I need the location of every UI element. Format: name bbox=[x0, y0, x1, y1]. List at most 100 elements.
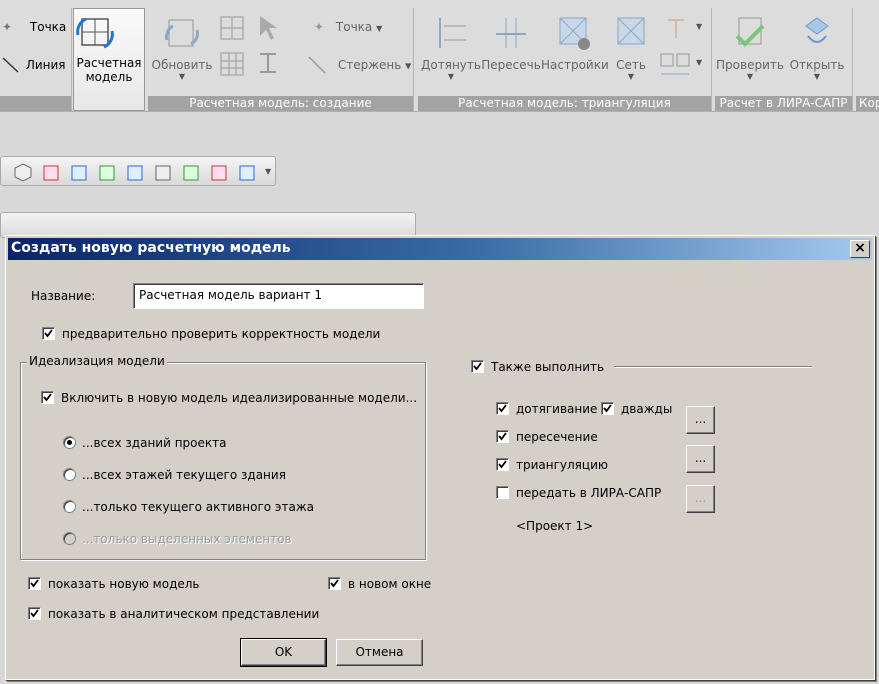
twice-checkbox[interactable] bbox=[601, 402, 614, 415]
name-input[interactable]: Расчетная модель вариант 1 bbox=[133, 283, 424, 309]
ok-button-label: OK bbox=[274, 645, 293, 659]
extend-checkbox[interactable] bbox=[496, 402, 509, 415]
view-toolbar-caret-icon[interactable]: ▼ bbox=[265, 167, 271, 176]
include-ideal-checkbox[interactable] bbox=[41, 391, 54, 404]
view-bottom-icon[interactable] bbox=[153, 162, 173, 182]
rods-caret-icon: ▼ bbox=[405, 61, 412, 71]
radio-all-floors[interactable] bbox=[63, 468, 76, 481]
triang-settings-button[interactable]: ... bbox=[686, 445, 715, 473]
show-analytic-label: показать в аналитическом представлении bbox=[48, 607, 320, 621]
mesh-update-icon bbox=[220, 16, 244, 40]
precheck-checkbox[interactable] bbox=[42, 327, 55, 340]
mesh-button[interactable]: Сеть ▼ bbox=[608, 14, 654, 81]
show-new-checkbox[interactable] bbox=[28, 577, 41, 590]
point2-label: Точка bbox=[335, 20, 373, 34]
view-persp-icon[interactable] bbox=[209, 162, 229, 182]
point-icon: ✦ bbox=[2, 20, 13, 34]
rod-icon bbox=[308, 56, 326, 74]
rods-button[interactable]: Стержень ▼ bbox=[306, 54, 411, 76]
point-tool-button[interactable]: ✦ Точка bbox=[2, 20, 66, 34]
open-icon bbox=[805, 17, 829, 43]
intersect-button[interactable]: Пересечь bbox=[480, 14, 542, 72]
line-tool-label: Линия bbox=[25, 57, 66, 72]
extend-caret-icon: ▼ bbox=[447, 72, 455, 81]
ok-button[interactable]: OK bbox=[240, 638, 327, 667]
check-mark-icon bbox=[473, 362, 482, 371]
idealization-group-title: Идеализация модели bbox=[27, 354, 167, 368]
open-caret-icon: ▼ bbox=[813, 72, 821, 81]
tree-caret-icon[interactable]: ▼ bbox=[696, 22, 702, 31]
project-label: <Проект 1> bbox=[516, 519, 594, 533]
view-front-icon[interactable] bbox=[41, 162, 61, 182]
cancel-button[interactable]: Отмена bbox=[336, 639, 423, 666]
also-do-checkbox[interactable] bbox=[471, 360, 484, 373]
triang-checkbox[interactable] bbox=[496, 458, 509, 471]
calc-model-button[interactable]: Расчетная модель bbox=[73, 8, 145, 111]
dialog-title: Создать новую расчетную модель bbox=[11, 240, 291, 256]
radio-selected-elements-label: ...только выделенных элементов bbox=[82, 532, 292, 546]
split-caret-icon[interactable]: ▼ bbox=[696, 58, 702, 67]
radio-all-buildings[interactable] bbox=[63, 436, 76, 449]
check-mark-icon bbox=[498, 432, 507, 441]
update-button[interactable]: Обновить ▼ bbox=[150, 14, 214, 81]
extend-label: дотягивание bbox=[516, 402, 598, 416]
view-fit-icon[interactable] bbox=[237, 162, 257, 182]
point2-button[interactable]: ✦ Точка ▼ bbox=[314, 20, 382, 34]
name-input-value: Расчетная модель вариант 1 bbox=[139, 288, 322, 302]
new-window-checkbox[interactable] bbox=[328, 577, 341, 590]
ribbon-group-cut-title: Кор bbox=[856, 96, 879, 111]
check-mark-icon bbox=[30, 609, 39, 618]
transfer-settings-button: ... bbox=[686, 485, 715, 513]
tree-icon bbox=[668, 19, 684, 38]
view-top-icon[interactable] bbox=[125, 162, 145, 182]
mesh-icon bbox=[617, 17, 645, 45]
radio-all-buildings-label: ...всех зданий проекта bbox=[82, 436, 227, 450]
settings-button[interactable]: Настройки bbox=[541, 14, 609, 72]
close-button[interactable]: × bbox=[850, 240, 870, 258]
show-analytic-checkbox[interactable] bbox=[28, 607, 41, 620]
triang-label: триангуляцию bbox=[516, 458, 608, 472]
view-left-icon[interactable] bbox=[97, 162, 117, 182]
ribbon: ✦ Точка Линия Расчетная модель Расчетная… bbox=[0, 0, 879, 112]
radio-current-floor[interactable] bbox=[63, 500, 76, 513]
check-mark-icon bbox=[30, 579, 39, 588]
intersect-label: пересечение bbox=[516, 430, 598, 444]
extend-settings-button[interactable]: ... bbox=[686, 406, 715, 434]
cancel-button-label: Отмена bbox=[355, 645, 404, 659]
transfer-label: передать в ЛИРА-САПР bbox=[516, 486, 662, 500]
calc-model-label-1: Расчетная bbox=[76, 56, 142, 70]
cursor-icon bbox=[260, 16, 277, 40]
update-caret-icon: ▼ bbox=[178, 72, 186, 81]
update-icon bbox=[165, 19, 199, 47]
intersect-checkbox[interactable] bbox=[496, 430, 509, 443]
radio-current-floor-label: ...только текущего активного этажа bbox=[82, 500, 314, 514]
view-back-icon[interactable] bbox=[69, 162, 89, 182]
check-mark-icon bbox=[330, 579, 339, 588]
transfer-checkbox[interactable] bbox=[496, 486, 509, 499]
extend-button[interactable]: Дотянуть ▼ bbox=[420, 14, 482, 81]
extend-label: Дотянуть bbox=[421, 58, 481, 72]
intersect-icon bbox=[496, 18, 526, 48]
precheck-label: предварительно проверить корректность мо… bbox=[62, 327, 381, 341]
intersect-label: Пересечь bbox=[481, 58, 541, 72]
line-icon bbox=[2, 57, 19, 73]
view-iso-icon[interactable] bbox=[13, 162, 33, 182]
ribbon-group-create-title: Расчетная модель: создание bbox=[148, 96, 413, 111]
mesh-caret-icon: ▼ bbox=[627, 72, 635, 81]
split-icon bbox=[660, 53, 690, 75]
transfer-settings-ellipsis: ... bbox=[694, 491, 707, 505]
mesh-label: Сеть bbox=[616, 58, 646, 72]
settings-icon bbox=[559, 17, 590, 50]
close-icon: × bbox=[854, 240, 866, 256]
ribbon-group-cut: Кор bbox=[856, 8, 879, 111]
update-label: Обновить bbox=[151, 58, 213, 72]
new-window-label: в новом окне bbox=[348, 577, 432, 591]
open-button[interactable]: Открыть ▼ bbox=[784, 14, 850, 81]
line-tool-button[interactable]: Линия bbox=[2, 56, 66, 74]
view-right-icon[interactable] bbox=[181, 162, 201, 182]
grid-icon bbox=[220, 52, 244, 76]
dialog-titlebar[interactable]: Создать новую расчетную модель × bbox=[8, 238, 872, 260]
check-button[interactable]: Проверить ▼ bbox=[716, 14, 784, 81]
create-model-dialog: Создать новую расчетную модель × Названи… bbox=[5, 235, 875, 680]
calc-model-icon bbox=[76, 17, 114, 49]
